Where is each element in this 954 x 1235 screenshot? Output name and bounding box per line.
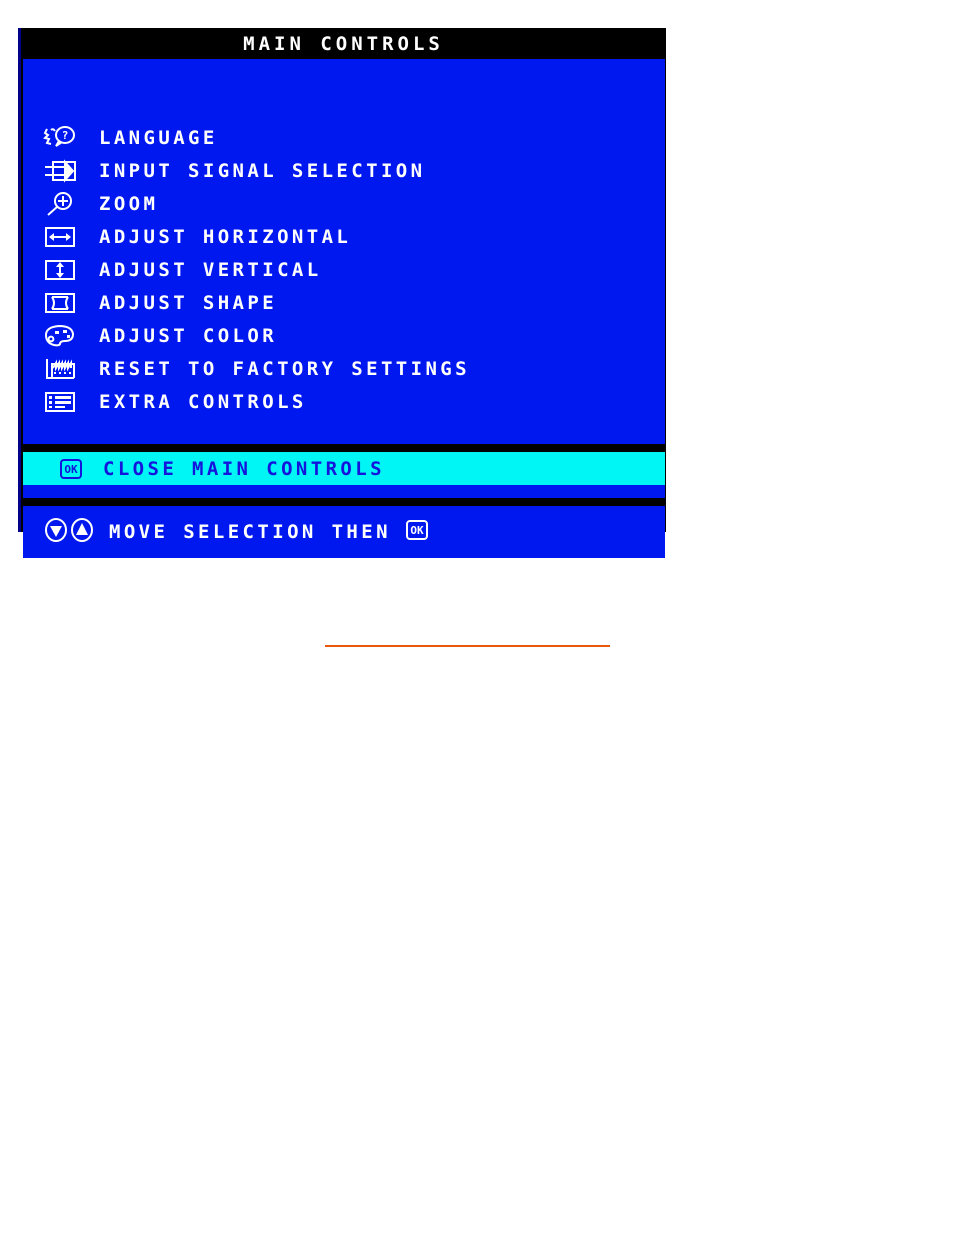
svg-text:OK: OK bbox=[410, 524, 424, 537]
arrow-down-circle-icon[interactable] bbox=[43, 517, 69, 547]
svg-text:?: ? bbox=[62, 129, 69, 142]
footer-hint-text: MOVE SELECTION THEN bbox=[109, 521, 391, 543]
zoom-magnifier-plus-icon bbox=[43, 190, 87, 218]
ok-button-icon: OK bbox=[59, 455, 89, 483]
menu-item-label: CLOSE MAIN CONTROLS bbox=[103, 457, 385, 480]
menu-item-label: ADJUST COLOR bbox=[99, 324, 278, 347]
menu-item-language[interactable]: ? LANGUAGE bbox=[23, 121, 665, 154]
osd-gap-strip bbox=[23, 485, 665, 498]
ok-button-icon: OK bbox=[405, 519, 429, 545]
osd-separator bbox=[21, 498, 666, 506]
extra-controls-list-icon bbox=[43, 388, 87, 416]
menu-item-input-signal-selection[interactable]: INPUT SIGNAL SELECTION bbox=[23, 154, 665, 187]
menu-item-label: ADJUST SHAPE bbox=[99, 291, 278, 314]
adjust-shape-pincushion-icon bbox=[43, 289, 87, 317]
menu-item-label: RESET TO FACTORY SETTINGS bbox=[99, 357, 470, 380]
osd-menu-body: ? LANGUAGE INPUT SIGNAL SELECTION ZOOM A… bbox=[23, 59, 665, 444]
menu-item-label: INPUT SIGNAL SELECTION bbox=[99, 159, 426, 182]
arrow-up-circle-icon[interactable] bbox=[69, 517, 95, 547]
menu-item-label: EXTRA CONTROLS bbox=[99, 390, 307, 413]
svg-text:OK: OK bbox=[64, 463, 78, 476]
adjust-color-palette-icon bbox=[43, 322, 87, 350]
language-face-question-icon: ? bbox=[43, 124, 87, 152]
osd-title-bar: MAIN CONTROLS bbox=[21, 28, 666, 59]
input-signal-arrow-icon bbox=[43, 157, 87, 185]
menu-item-adjust-horizontal[interactable]: ADJUST HORIZONTAL bbox=[23, 220, 665, 253]
menu-item-zoom[interactable]: ZOOM bbox=[23, 187, 665, 220]
orange-divider-rule bbox=[325, 645, 610, 647]
menu-item-label: ADJUST HORIZONTAL bbox=[99, 225, 352, 248]
factory-reset-icon bbox=[43, 355, 87, 383]
menu-item-reset-to-factory-settings[interactable]: RESET TO FACTORY SETTINGS bbox=[23, 352, 665, 385]
menu-item-adjust-vertical[interactable]: ADJUST VERTICAL bbox=[23, 253, 665, 286]
menu-item-label: ZOOM bbox=[99, 192, 159, 215]
osd-panel: MAIN CONTROLS ? LANGUAGE INPUT SIGNAL SE… bbox=[18, 28, 666, 558]
page-title: MAIN CONTROLS bbox=[243, 32, 444, 55]
menu-item-label: LANGUAGE bbox=[99, 126, 218, 149]
menu-item-close-main-controls[interactable]: OK CLOSE MAIN CONTROLS bbox=[23, 452, 665, 485]
adjust-horizontal-arrows-icon bbox=[43, 223, 87, 251]
menu-item-extra-controls[interactable]: EXTRA CONTROLS bbox=[23, 385, 665, 418]
adjust-vertical-arrows-icon bbox=[43, 256, 87, 284]
osd-menu-list: ? LANGUAGE INPUT SIGNAL SELECTION ZOOM A… bbox=[23, 121, 665, 418]
osd-footer-hint-bar: MOVE SELECTION THEN OK bbox=[23, 506, 665, 558]
menu-item-label: ADJUST VERTICAL bbox=[99, 258, 322, 281]
footer-arrow-icons bbox=[43, 517, 95, 547]
menu-item-adjust-color[interactable]: ADJUST COLOR bbox=[23, 319, 665, 352]
menu-item-adjust-shape[interactable]: ADJUST SHAPE bbox=[23, 286, 665, 319]
